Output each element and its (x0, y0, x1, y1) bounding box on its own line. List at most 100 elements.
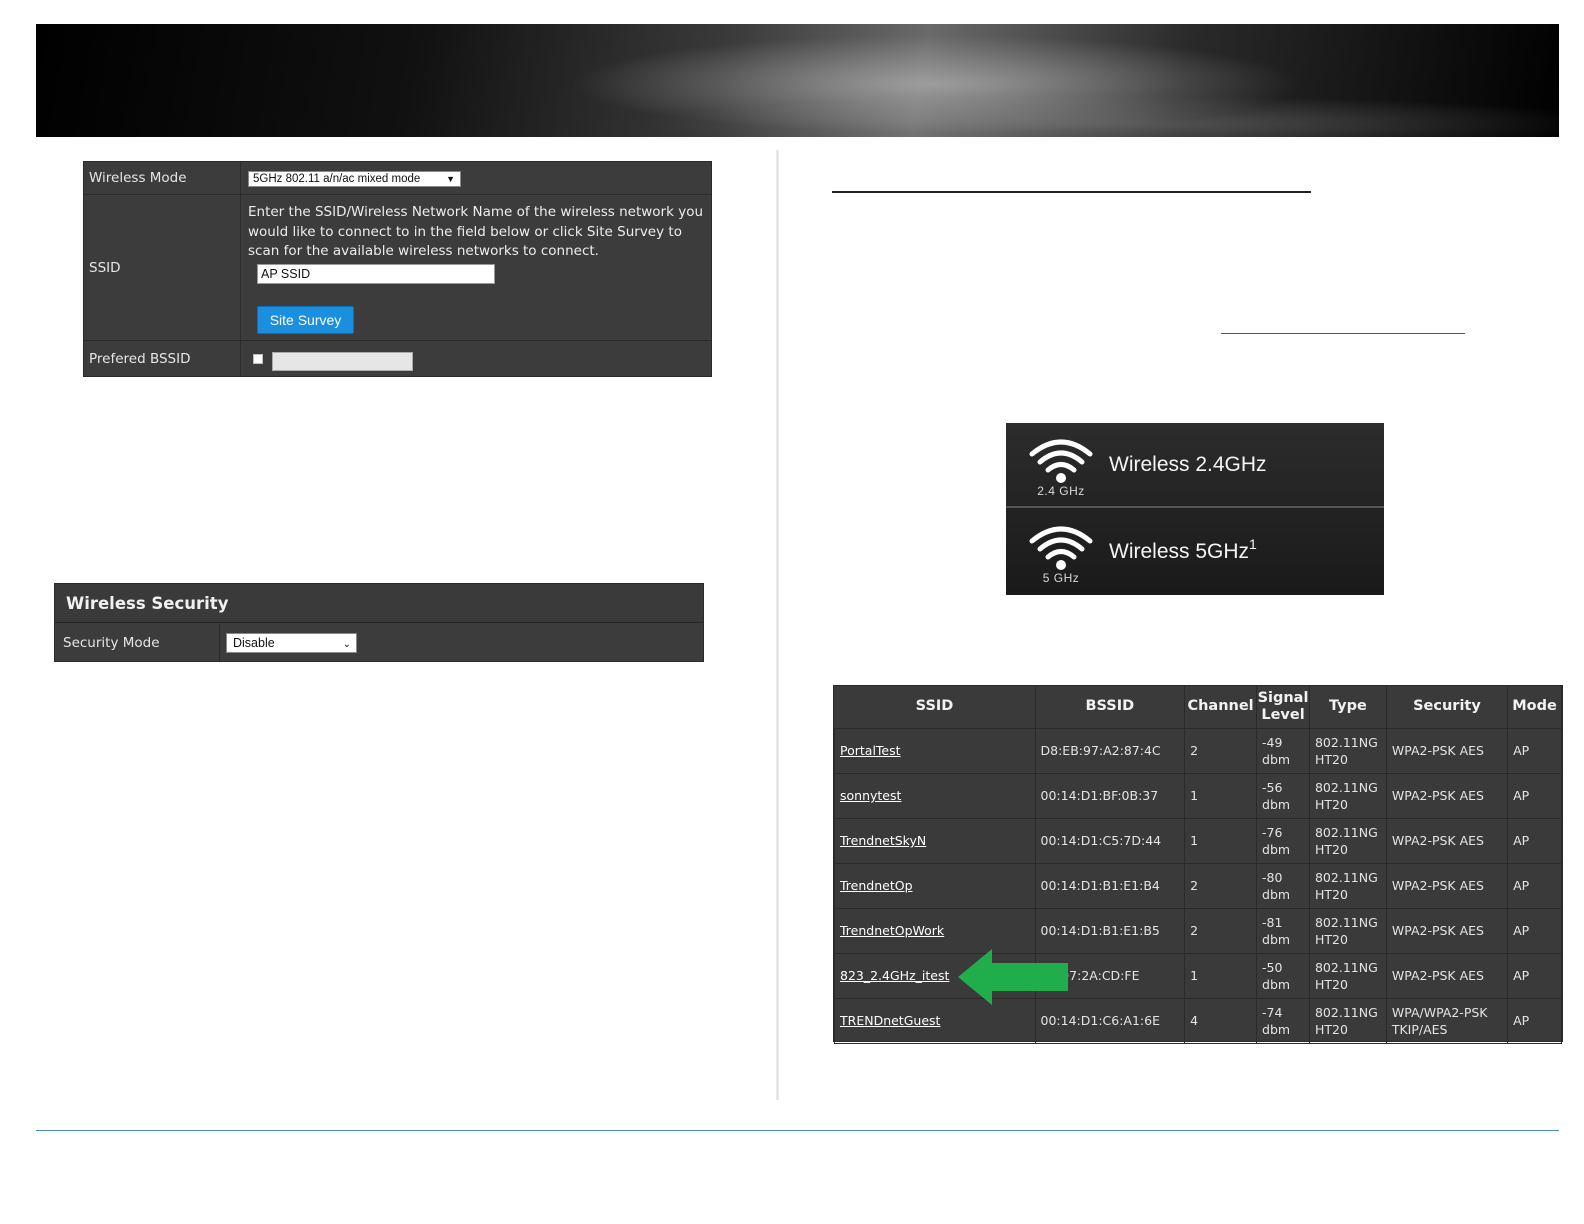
security-cell: WPA2-PSK AES (1385, 862, 1509, 909)
band-item-5ghz[interactable]: 5 GHz Wireless 5GHz1 (1006, 510, 1384, 595)
ssid-cell: TrendnetOpWork (834, 907, 1036, 954)
security-cell: WPA/WPA2-PSK TKIP/AES (1385, 997, 1509, 1044)
dropdown-arrow-icon: ⌄ (342, 639, 351, 650)
ssid-cell: sonnytest (834, 772, 1036, 819)
column-header-ssid: SSID (834, 686, 1036, 729)
ssid-link[interactable]: TRENDnetGuest (840, 1013, 940, 1028)
ssid-description: Enter the SSID/Wireless Network Name of … (248, 204, 704, 259)
mode-cell: AP (1507, 862, 1562, 909)
security-mode-value: Disable (233, 636, 275, 650)
mode-cell: AP (1507, 772, 1562, 819)
table-header-row: SSID BSSID Channel Signal Level Type Sec… (834, 686, 1562, 729)
wireless-settings-panel: Wireless Mode 5GHz 802.11 a/n/ac mixed m… (83, 161, 712, 377)
signal-cell: -74 dbm (1256, 997, 1310, 1044)
band-title-text: Wireless 5GHz (1109, 540, 1250, 563)
column-header-bssid: BSSID (1035, 686, 1186, 729)
wireless-security-panel: Wireless Security Security Mode Disable … (54, 583, 704, 662)
wireless-security-title: Wireless Security (55, 584, 703, 623)
channel-cell: 2 (1184, 907, 1258, 954)
ssid-link[interactable]: TrendnetSkyN (840, 833, 926, 848)
column-header-mode: Mode (1507, 686, 1562, 729)
security-cell: WPA2-PSK AES (1385, 727, 1509, 774)
wifi-icon: 2.4 GHz (1026, 432, 1096, 498)
table-row: TrendnetOpWork 00:14:D1:B1:E1:B5 2 -81 dbm 8… (834, 907, 1562, 954)
channel-cell: 2 (1184, 862, 1258, 909)
ssid-link[interactable]: TrendnetOpWork (840, 923, 944, 938)
band-item-2-4ghz[interactable]: 2.4 GHz Wireless 2.4GHz (1006, 423, 1384, 508)
column-divider (776, 150, 779, 1100)
table-row: TrendnetOp 00:14:D1:B1:E1:B4 2 -80 dbm 802.1… (834, 862, 1562, 909)
table-row: TRENDnetGuest 00:14:D1:C6:A1:6E 4 -74 dbm 80… (834, 997, 1562, 1044)
dropdown-arrow-icon: ▼ (446, 174, 455, 184)
signal-cell: -50 dbm (1256, 952, 1310, 999)
band-title-sup: 1 (1249, 536, 1257, 552)
band-icon-label: 2.4 GHz (1037, 484, 1085, 498)
wireless-mode-row: Wireless Mode 5GHz 802.11 a/n/ac mixed m… (84, 162, 711, 195)
wireless-mode-select[interactable]: 5GHz 802.11 a/n/ac mixed mode ▼ (248, 171, 461, 187)
bssid-cell: 00:14:D1:B1:E1:B5 (1034, 907, 1186, 954)
heading-rule (832, 191, 1311, 193)
mode-cell: AP (1507, 952, 1562, 999)
ssid-label: SSID (84, 195, 241, 340)
header-banner (36, 24, 1559, 137)
channel-cell: 1 (1184, 817, 1258, 864)
security-cell: WPA2-PSK AES (1385, 907, 1509, 954)
security-mode-label: Security Mode (55, 624, 220, 662)
preferred-bssid-row: Prefered BSSID (84, 341, 711, 377)
column-header-channel: Channel (1184, 686, 1258, 729)
ssid-row: SSID Enter the SSID/Wireless Network Nam… (84, 195, 711, 341)
signal-cell: -81 dbm (1256, 907, 1310, 954)
ssid-link[interactable]: PortalTest (840, 743, 901, 758)
footer-rule (36, 1130, 1559, 1131)
ssid-input[interactable]: AP SSID (257, 264, 495, 284)
wifi-icon: 5 GHz (1026, 519, 1096, 585)
type-cell: 802.11NG HT20 (1308, 862, 1387, 909)
band-icon-label: 5 GHz (1042, 571, 1080, 585)
bssid-cell: D8:EB:97:A2:87:4C (1034, 727, 1186, 774)
site-survey-table: SSID BSSID Channel Signal Level Type Sec… (833, 685, 1563, 1044)
security-cell: WPA2-PSK AES (1385, 772, 1509, 819)
type-cell: 802.11NG HT20 (1308, 772, 1387, 819)
mode-cell: AP (1507, 907, 1562, 954)
column-header-type: Type (1309, 686, 1387, 729)
preferred-bssid-label: Prefered BSSID (84, 341, 241, 377)
mode-cell: AP (1507, 997, 1562, 1044)
security-mode-select[interactable]: Disable ⌄ (226, 633, 357, 653)
ssid-cell: TrendnetOp (834, 862, 1036, 909)
signal-cell: -56 dbm (1256, 772, 1310, 819)
security-cell: WPA2-PSK AES (1385, 952, 1509, 999)
table-row: PortalTest D8:EB:97:A2:87:4C 2 -49 dbm 802.1… (834, 727, 1562, 774)
band-title: Wireless 5GHz1 (1109, 536, 1257, 564)
ssid-cell: PortalTest (834, 727, 1036, 774)
table-row: 823_2.4GHz_itest EB:97:2A:CD:FE 1 -50 dbm 80… (834, 952, 1562, 999)
type-cell: 802.11NG HT20 (1308, 997, 1387, 1044)
security-cell: WPA2-PSK AES (1385, 817, 1509, 864)
preferred-bssid-checkbox[interactable] (253, 354, 263, 364)
channel-cell: 4 (1184, 997, 1258, 1044)
bssid-cell: 00:14:D1:C5:7D:44 (1034, 817, 1186, 864)
site-survey-button[interactable]: Site Survey (257, 306, 354, 334)
wireless-band-menu: 2.4 GHz Wireless 2.4GHz 5 GHz Wireless 5… (1006, 423, 1384, 595)
type-cell: 802.11NG HT20 (1308, 907, 1387, 954)
ssid-link[interactable]: TrendnetOp (840, 878, 913, 893)
wireless-mode-value: 5GHz 802.11 a/n/ac mixed mode (253, 173, 421, 185)
type-cell: 802.11NG HT20 (1308, 727, 1387, 774)
column-header-signal: Signal Level (1256, 686, 1310, 729)
signal-cell: -76 dbm (1256, 817, 1310, 864)
ssid-link[interactable]: sonnytest (840, 788, 901, 803)
type-cell: 802.11NG HT20 (1308, 817, 1387, 864)
table-row: sonnytest 00:14:D1:BF:0B:37 1 -56 dbm 802.11… (834, 772, 1562, 819)
channel-cell: 1 (1184, 772, 1258, 819)
preferred-bssid-input[interactable] (272, 352, 413, 371)
signal-cell: -80 dbm (1256, 862, 1310, 909)
wireless-mode-label: Wireless Mode (84, 162, 241, 194)
mode-cell: AP (1507, 727, 1562, 774)
hyperlink-underline[interactable] (1221, 333, 1465, 334)
table-row: TrendnetSkyN 00:14:D1:C5:7D:44 1 -76 dbm 802… (834, 817, 1562, 864)
channel-cell: 2 (1184, 727, 1258, 774)
bssid-cell: 00:14:D1:BF:0B:37 (1034, 772, 1186, 819)
ssid-link[interactable]: 823_2.4GHz_itest (840, 968, 949, 983)
channel-cell: 1 (1184, 952, 1258, 999)
band-title: Wireless 2.4GHz (1109, 449, 1267, 477)
signal-cell: -49 dbm (1256, 727, 1310, 774)
